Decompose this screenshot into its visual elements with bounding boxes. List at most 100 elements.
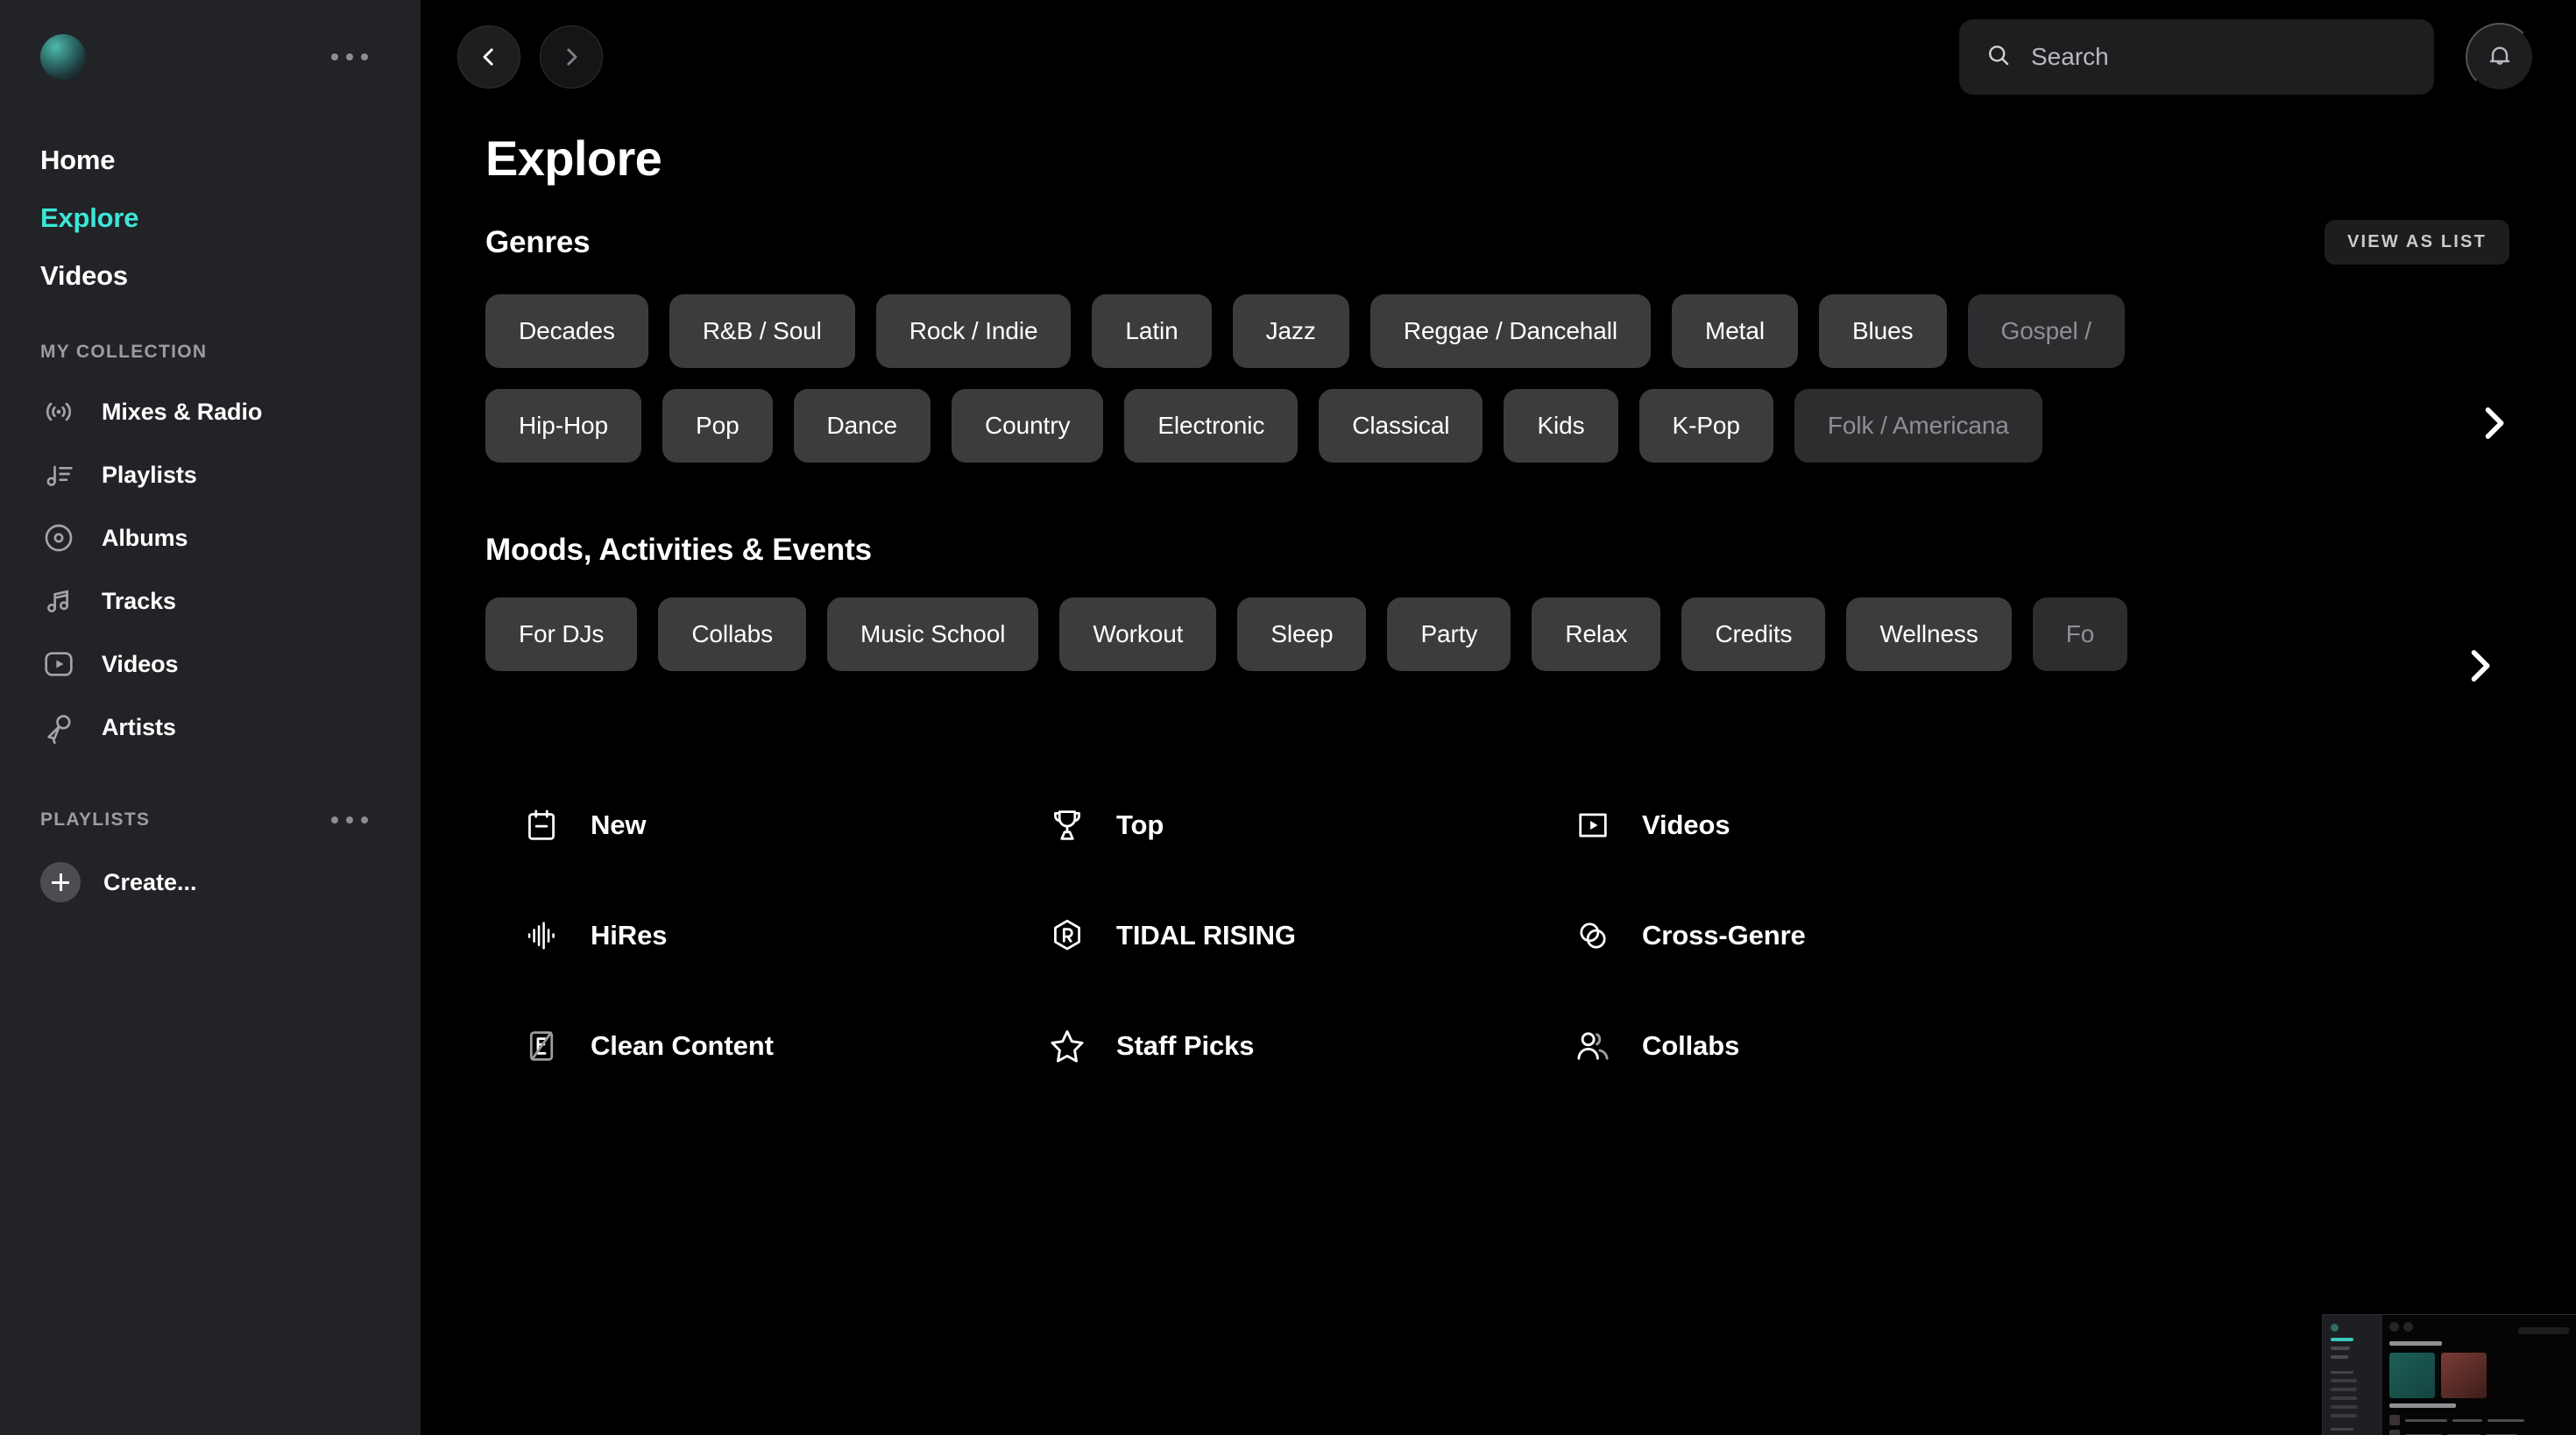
back-button[interactable] — [457, 25, 520, 88]
forward-button[interactable] — [540, 25, 603, 88]
pip-track-rows — [2389, 1415, 2569, 1435]
genre-chip[interactable]: Electronic — [1124, 389, 1299, 463]
mood-chip[interactable]: Fo — [2032, 597, 2128, 671]
genre-chip[interactable]: R&B / Soul — [669, 294, 855, 368]
video-play-icon — [40, 646, 77, 682]
sidebar-item-artists[interactable]: Artists — [0, 696, 421, 759]
venn-circles-icon — [1572, 915, 1614, 957]
explore-link-cross-genre[interactable]: Cross-Genre — [1572, 915, 2098, 957]
create-playlist-label: Create... — [103, 868, 197, 895]
genre-chip[interactable]: Reggae / Dancehall — [1369, 294, 1651, 368]
album-disc-icon — [40, 520, 77, 556]
genre-chip[interactable]: Blues — [1818, 294, 1947, 368]
genre-chip[interactable]: Folk / Americana — [1794, 389, 2042, 463]
pip-track-row — [2389, 1415, 2569, 1425]
create-playlist-button[interactable]: Create... — [0, 831, 421, 902]
sidebar-item-label: Artists — [102, 713, 176, 740]
genre-chip[interactable]: Gospel / — [1967, 294, 2125, 368]
collection-list: Mixes & Radio Playlists Albums Tracks Vi… — [0, 366, 421, 759]
sidebar-item-playlists[interactable]: Playlists — [0, 443, 421, 506]
primary-nav: Home Explore Videos — [0, 114, 421, 305]
genre-chip[interactable]: Kids — [1504, 389, 1618, 463]
sidebar-item-label: Videos — [102, 650, 179, 677]
sidebar-item-label: Mixes & Radio — [102, 398, 263, 425]
pip-item-line — [2331, 1414, 2357, 1417]
explore-link-label: Staff Picks — [1116, 1030, 1255, 1061]
explore-link-top[interactable]: Top — [1046, 804, 1572, 846]
genre-chip[interactable]: Pop — [662, 389, 773, 463]
sidebar-item-mixes-radio[interactable]: Mixes & Radio — [0, 380, 421, 443]
pip-topbar — [2389, 1322, 2569, 1339]
genres-row-1-viewport: Decades R&B / Soul Rock / Indie Latin Jazz Re… — [485, 294, 2576, 370]
explore-link-tidal-rising[interactable]: TIDAL RISING — [1046, 915, 1572, 957]
mood-chip[interactable]: Relax — [1532, 597, 1661, 671]
pip-card-row — [2389, 1353, 2569, 1398]
rising-hex-icon — [1046, 915, 1088, 957]
playlists-more-icon[interactable] — [328, 809, 372, 831]
mood-chip[interactable]: Sleep — [1237, 597, 1367, 671]
explore-link-hires[interactable]: HiRes — [520, 915, 1046, 957]
trophy-icon — [1046, 804, 1088, 846]
sidebar-item-videos-collection[interactable]: Videos — [0, 633, 421, 696]
plus-icon — [40, 862, 81, 902]
genre-chip[interactable]: Classical — [1319, 389, 1483, 463]
pip-search-box — [2518, 1326, 2569, 1334]
genre-chip[interactable]: Jazz — [1232, 294, 1349, 368]
playlists-header-row: PLAYLISTS — [0, 759, 421, 831]
sidebar-item-albums[interactable]: Albums — [0, 506, 421, 569]
mood-chip[interactable]: For DJs — [485, 597, 638, 671]
home-preview-thumbnail[interactable] — [2322, 1314, 2576, 1435]
pip-card — [2441, 1353, 2487, 1398]
explore-link-staff-picks[interactable]: Staff Picks — [1046, 1025, 1572, 1067]
search-icon — [1985, 42, 2012, 73]
explore-link-collabs[interactable]: Collabs — [1572, 1025, 2098, 1067]
playlist-note-icon — [40, 456, 77, 493]
bell-icon — [2485, 41, 2515, 74]
sidebar-more-icon[interactable] — [328, 46, 372, 67]
search-box[interactable] — [1959, 19, 2434, 95]
sidebar-item-home[interactable]: Home — [40, 131, 421, 189]
mood-chip[interactable]: Music School — [827, 597, 1039, 671]
genre-chip[interactable]: K-Pop — [1638, 389, 1773, 463]
pip-item-line — [2331, 1379, 2357, 1382]
genre-chip[interactable]: Country — [952, 389, 1104, 463]
playlists-header: PLAYLISTS — [40, 809, 151, 830]
moods-row-1: For DJs Collabs Music School Workout Sleep Pa… — [485, 597, 2576, 671]
calendar-icon — [520, 804, 563, 846]
sidebar-item-videos[interactable]: Videos — [40, 247, 421, 305]
explore-link-new[interactable]: New — [520, 804, 1046, 846]
genre-chip[interactable]: Dance — [793, 389, 931, 463]
mood-chip[interactable]: Party — [1387, 597, 1511, 671]
mood-chip[interactable]: Credits — [1681, 597, 1826, 671]
moods-header: Moods, Activities & Events — [485, 533, 2509, 568]
explore-link-clean-content[interactable]: Clean Content — [520, 1025, 1046, 1067]
search-input[interactable] — [2031, 43, 2408, 71]
avatar[interactable] — [40, 34, 86, 80]
video-frame-icon — [1572, 804, 1614, 846]
genre-chip[interactable]: Latin — [1092, 294, 1212, 368]
explore-link-videos[interactable]: Videos — [1572, 804, 2098, 846]
view-as-list-button[interactable]: VIEW AS LIST — [2325, 220, 2509, 265]
explicit-crossed-icon — [520, 1025, 563, 1067]
pip-nav-line — [2331, 1347, 2350, 1350]
genres-scroll-right-button[interactable] — [2466, 395, 2522, 451]
genre-chip[interactable]: Decades — [485, 294, 648, 368]
explore-link-label: Clean Content — [591, 1030, 774, 1061]
sidebar-item-tracks[interactable]: Tracks — [0, 569, 421, 633]
moods-scroll-right-button[interactable] — [2452, 638, 2508, 694]
genre-chip[interactable]: Hip-Hop — [485, 389, 642, 463]
moods-title: Moods, Activities & Events — [485, 533, 872, 567]
mood-chip[interactable]: Collabs — [658, 597, 806, 671]
notifications-button[interactable] — [2466, 23, 2534, 91]
pip-sidebar — [2323, 1315, 2382, 1435]
sidebar-item-label: Tracks — [102, 587, 176, 614]
explore-links-grid: New Top Videos HiRes TIDAL RISING Cross-… — [520, 804, 2576, 1067]
sidebar-item-label: Albums — [102, 524, 188, 551]
sidebar-item-explore[interactable]: Explore — [40, 189, 421, 247]
mood-chip[interactable]: Wellness — [1846, 597, 2012, 671]
pip-nav-line — [2331, 1338, 2353, 1341]
genre-chip[interactable]: Rock / Indie — [875, 294, 1072, 368]
mood-chip[interactable]: Workout — [1059, 597, 1217, 671]
genre-chip[interactable]: Metal — [1671, 294, 1798, 368]
explore-link-label: TIDAL RISING — [1116, 920, 1296, 951]
